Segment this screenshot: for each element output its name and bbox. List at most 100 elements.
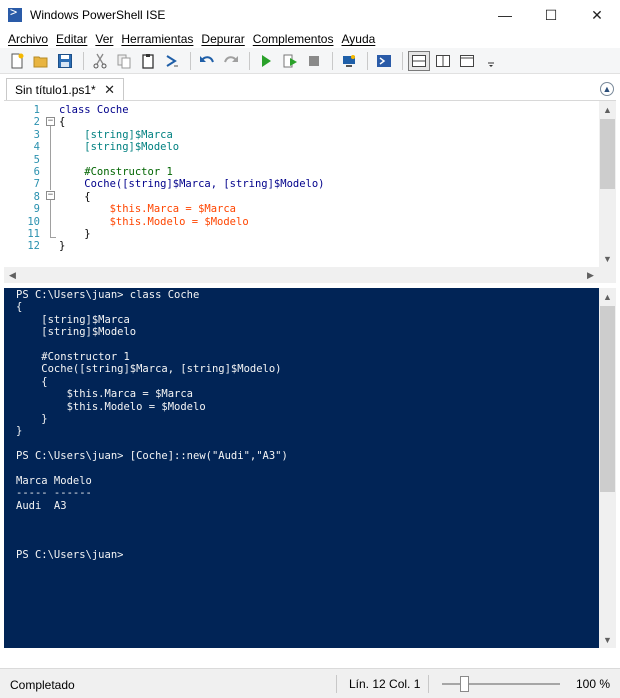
- minimize-button[interactable]: —: [482, 0, 528, 30]
- scroll-right-icon[interactable]: ▶: [582, 267, 599, 284]
- fold-toggle-icon[interactable]: −: [46, 117, 55, 127]
- code-token: $this.Marca = $Marca: [59, 203, 237, 216]
- console-line: {: [16, 301, 23, 314]
- console-output: PS C:\Users\juan> class Coche { [string]…: [16, 289, 591, 562]
- console-line: PS C:\Users\juan> class Coche: [16, 289, 200, 301]
- save-icon: [58, 53, 72, 68]
- code-line: class Coche: [59, 104, 599, 116]
- editor-vertical-scrollbar[interactable]: ▲ ▼: [599, 101, 616, 267]
- show-script-top-button[interactable]: [408, 50, 430, 71]
- line-numbers: 1 2 3 4 5 6 7 8 9 10 11 12: [4, 104, 40, 253]
- scroll-up-icon[interactable]: ▲: [599, 288, 616, 305]
- toolbar: [0, 48, 620, 74]
- console-line: [string]$Marca: [16, 313, 130, 326]
- scroll-down-icon[interactable]: ▼: [599, 250, 616, 267]
- tab-close-icon[interactable]: ✕: [104, 82, 115, 98]
- powershell-ise-icon: [8, 5, 22, 22]
- show-script-right-icon: [436, 54, 450, 67]
- save-button[interactable]: [54, 51, 76, 71]
- new-remote-tab-button[interactable]: [338, 51, 360, 71]
- console-line: ----- ------: [16, 487, 92, 500]
- collapse-script-pane-icon[interactable]: ▲: [600, 82, 614, 96]
- console-line: Marca Modelo: [16, 474, 92, 487]
- status-separator: [428, 675, 429, 693]
- run-selection-button[interactable]: [279, 51, 301, 71]
- redo-button[interactable]: [220, 51, 242, 71]
- console-line: }: [16, 412, 48, 425]
- tab-label: Sin título1.ps1*: [15, 82, 96, 97]
- start-powershell-button[interactable]: [373, 51, 395, 71]
- show-script-max-button[interactable]: [456, 51, 478, 71]
- toolbar-separator: [190, 51, 191, 70]
- new-remote-tab-icon: [343, 54, 355, 67]
- code-token: [string]$Marca: [59, 128, 173, 141]
- tab-sin-titulo1[interactable]: Sin título1.ps1* ✕: [6, 78, 124, 100]
- menu-ayuda[interactable]: Ayuda: [337, 32, 379, 46]
- scroll-left-icon[interactable]: ◀: [4, 267, 21, 284]
- toolbar-separator: [367, 51, 368, 70]
- console-pane[interactable]: PS C:\Users\juan> class Coche { [string]…: [4, 288, 616, 648]
- open-button[interactable]: [30, 51, 52, 71]
- code-line: {: [59, 191, 599, 203]
- line-number: 3: [33, 128, 40, 141]
- code-line: }: [59, 240, 599, 252]
- toolbar-overflow-button[interactable]: [480, 51, 502, 71]
- title-bar: Windows PowerShell ISE — ☐ ✕: [0, 0, 620, 30]
- code-token: {: [59, 116, 66, 129]
- run-script-button[interactable]: [255, 51, 277, 71]
- cursor-position: Lín. 12 Col. 1: [349, 677, 421, 691]
- clear-console-button[interactable]: [161, 51, 183, 71]
- line-number: 9: [33, 203, 40, 216]
- script-editor[interactable]: 1 2 3 4 5 6 7 8 9 10 11 12 − − class Coc…: [4, 100, 616, 284]
- copy-icon: [117, 54, 131, 68]
- copy-button[interactable]: [113, 51, 135, 71]
- code-token: Coche([string]$Marca, [string]$Modelo): [59, 178, 325, 191]
- menu-ver[interactable]: Ver: [91, 32, 117, 46]
- stop-icon: [309, 55, 319, 66]
- run-selection-icon: [283, 54, 297, 67]
- menu-editar[interactable]: Editar: [52, 32, 91, 46]
- menu-archivo[interactable]: Archivo: [4, 32, 52, 46]
- menu-complementos[interactable]: Complementos: [249, 32, 338, 46]
- line-number: 12: [27, 240, 40, 253]
- undo-button[interactable]: [196, 51, 218, 71]
- toolbar-separator: [249, 51, 250, 70]
- code-line: }: [59, 228, 599, 240]
- scroll-down-icon[interactable]: ▼: [599, 631, 616, 648]
- scroll-up-icon[interactable]: ▲: [599, 101, 616, 118]
- zoom-slider-thumb[interactable]: [460, 676, 469, 692]
- script-tab-strip: Sin título1.ps1* ✕ ▲: [0, 76, 620, 100]
- run-script-icon: [262, 54, 271, 67]
- console-line: #Constructor 1: [16, 350, 130, 363]
- code-area: class Coche { [string]$Marca [string]$Mo…: [59, 104, 599, 253]
- show-script-right-button[interactable]: [432, 51, 454, 71]
- code-token: $this.Modelo = $Modelo: [59, 215, 249, 228]
- editor-horizontal-scrollbar[interactable]: ◀ ▶: [4, 267, 616, 284]
- editor-scroll-thumb[interactable]: [600, 119, 615, 189]
- new-file-button[interactable]: [6, 51, 28, 71]
- code-token: }: [59, 227, 91, 240]
- menu-depurar[interactable]: Depurar: [197, 32, 248, 46]
- console-prompt[interactable]: PS C:\Users\juan>: [16, 549, 591, 561]
- cut-button[interactable]: [89, 51, 111, 71]
- code-token: class Coche: [59, 104, 129, 116]
- line-number: 10: [27, 215, 40, 228]
- console-line: }: [16, 425, 23, 438]
- code-line: Coche([string]$Marca, [string]$Modelo): [59, 178, 599, 190]
- maximize-button[interactable]: ☐: [528, 0, 574, 30]
- show-script-max-icon: [460, 54, 474, 67]
- stop-button[interactable]: [303, 51, 325, 71]
- console-line: PS C:\Users\juan> [Coche]::new("Audi","A…: [16, 450, 288, 463]
- line-number: 1: [33, 104, 40, 116]
- console-scroll-thumb[interactable]: [600, 306, 615, 492]
- paste-button[interactable]: [137, 51, 159, 71]
- menu-herramientas[interactable]: Herramientas: [117, 32, 197, 46]
- console-vertical-scrollbar[interactable]: ▲ ▼: [599, 288, 616, 648]
- close-button[interactable]: ✕: [574, 0, 620, 30]
- console-line: [string]$Modelo: [16, 326, 137, 339]
- fold-toggle-icon[interactable]: −: [46, 191, 55, 201]
